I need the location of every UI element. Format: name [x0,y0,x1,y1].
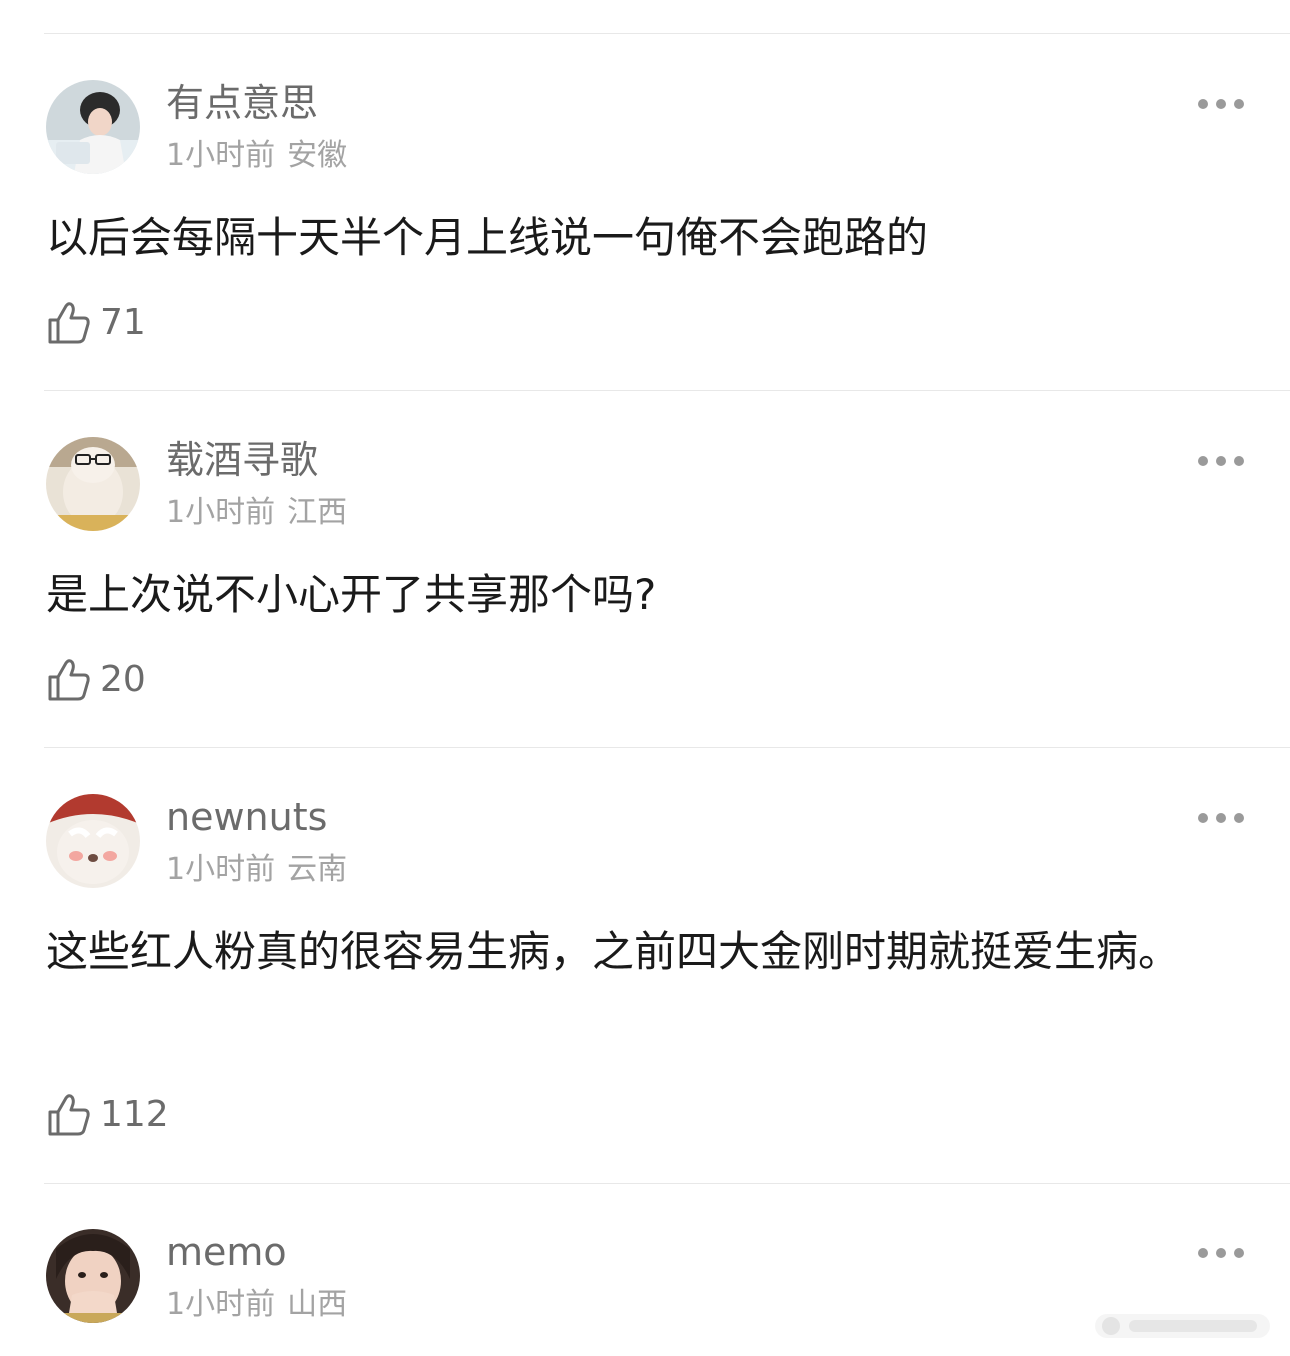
avatar[interactable] [46,80,140,174]
watermark-logo [1095,1314,1270,1338]
divider [44,747,1290,748]
comment-text: 以后会每隔十天半个月上线说一句俺不会跑路的 [46,213,929,262]
comment-text: 这些红人粉真的很容易生病，之前四大金刚时期就挺爱生病。 [46,927,1181,976]
avatar[interactable] [46,794,140,888]
comment-meta: 1小时前 云南 [166,851,347,889]
avatar-image [46,1229,140,1323]
location: 安徽 [287,138,348,173]
avatar[interactable] [46,1229,140,1323]
thumbs-up-icon [48,1094,90,1136]
comment-meta: 1小时前 江西 [166,494,347,532]
like-count: 20 [100,659,146,700]
username[interactable]: 载酒寻歌 [166,437,318,483]
more-dots-icon[interactable] [1198,1243,1244,1263]
location: 江西 [287,495,348,530]
comment-feed: 有点意思 1小时前 安徽 以后会每隔十天半个月上线说一句俺不会跑路的 71 载酒… [0,0,1290,1356]
like-count: 71 [100,302,146,343]
more-dots-icon[interactable] [1198,451,1244,471]
timestamp: 1小时前 [166,495,276,530]
comment-text: 是上次说不小心开了共享那个吗? [46,570,657,619]
username[interactable]: memo [166,1229,287,1275]
like-count: 112 [100,1094,169,1135]
more-dots-icon[interactable] [1198,808,1244,828]
comment-meta: 1小时前 安徽 [166,137,347,175]
divider [44,33,1290,34]
avatar[interactable] [46,437,140,531]
divider [44,390,1290,391]
timestamp: 1小时前 [166,138,276,173]
thumbs-up-icon [48,302,90,344]
thumbs-up-icon [48,659,90,701]
like-button[interactable]: 71 [46,298,146,348]
username[interactable]: 有点意思 [166,80,318,126]
divider [44,1183,1290,1184]
timestamp: 1小时前 [166,1287,276,1322]
location: 山西 [287,1287,348,1322]
username[interactable]: newnuts [166,794,327,840]
avatar-image [46,80,140,174]
location: 云南 [287,852,348,887]
avatar-image [46,437,140,531]
comment-meta: 1小时前 山西 [166,1286,347,1324]
avatar-image [46,794,140,888]
more-dots-icon[interactable] [1198,94,1244,114]
timestamp: 1小时前 [166,852,276,887]
like-button[interactable]: 112 [46,1090,169,1140]
like-button[interactable]: 20 [46,655,146,705]
